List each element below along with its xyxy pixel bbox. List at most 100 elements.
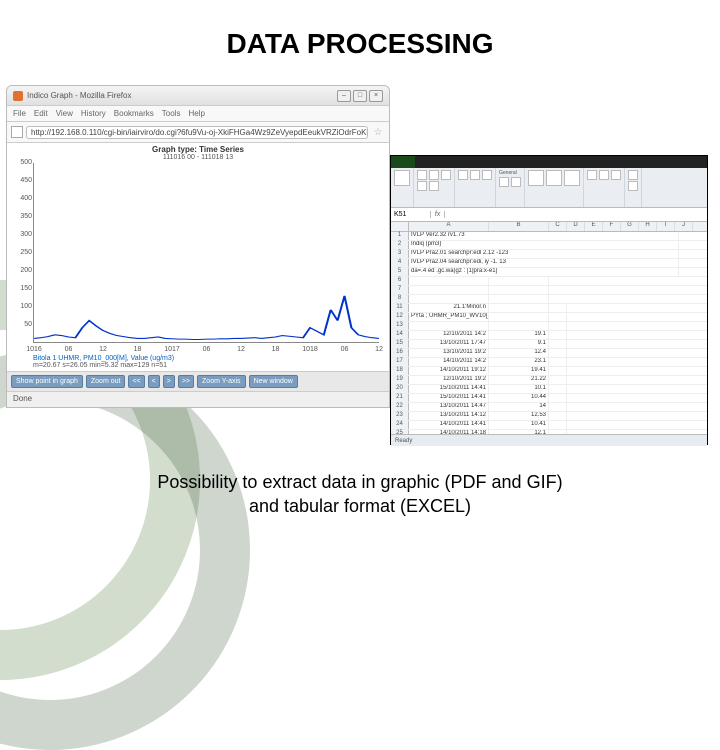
cell[interactable] xyxy=(489,313,549,321)
table-row[interactable]: 2414/10/2011 14:4110.41 xyxy=(391,421,707,430)
table-row[interactable]: 1912/10/2011 19:221.22 xyxy=(391,376,707,385)
cell[interactable] xyxy=(549,412,567,420)
row-header[interactable]: 25 xyxy=(391,430,409,434)
cell[interactable] xyxy=(549,367,567,375)
cell[interactable] xyxy=(549,313,567,321)
row-header[interactable]: 15 xyxy=(391,340,409,348)
last-button[interactable]: >> xyxy=(178,375,194,388)
cell[interactable]: 21.22 xyxy=(489,376,549,384)
cell[interactable]: 12/10/2011 19:2 xyxy=(409,376,489,384)
zoom-out-button[interactable]: Zoom out xyxy=(86,375,126,388)
cell[interactable] xyxy=(549,403,567,411)
cell[interactable] xyxy=(489,277,549,285)
format-icon[interactable] xyxy=(611,170,621,180)
cell[interactable]: PYta ; UHMR_PM10_WV10[_Va:ue](g/m3) xyxy=(409,313,489,321)
worksheet[interactable]: A B C D E F G H I J 1IVLP Ver2.32 rv1.73… xyxy=(391,222,707,434)
italic-icon[interactable] xyxy=(429,170,439,180)
cell[interactable] xyxy=(489,304,549,312)
menu-help[interactable]: Help xyxy=(188,109,204,118)
insert-icon[interactable] xyxy=(587,170,597,180)
url-input[interactable]: http://192.168.0.110/cgi-bin/iairviro/do… xyxy=(26,126,368,139)
cell[interactable] xyxy=(549,304,567,312)
row-header[interactable]: 22 xyxy=(391,403,409,411)
row-header[interactable]: 7 xyxy=(391,286,409,294)
cell[interactable]: 21.1'Minor.n xyxy=(409,304,489,312)
menu-file[interactable]: File xyxy=(13,109,26,118)
cell[interactable] xyxy=(549,430,567,434)
cell[interactable] xyxy=(489,322,549,330)
new-window-button[interactable]: New window xyxy=(249,375,298,388)
ribbon-clipboard[interactable] xyxy=(391,168,414,207)
table-row[interactable]: 8 xyxy=(391,295,707,304)
next-button[interactable]: > xyxy=(163,375,175,388)
cell[interactable] xyxy=(489,295,549,303)
sort-filter-icon[interactable] xyxy=(628,181,638,191)
cell[interactable]: 13/10/2011 17:47 xyxy=(409,340,489,348)
table-row[interactable]: 1412/10/2011 14:219.1 xyxy=(391,331,707,340)
cell[interactable]: 12.1 xyxy=(489,430,549,434)
cell[interactable] xyxy=(549,376,567,384)
select-all-cell[interactable] xyxy=(391,222,409,231)
show-point-button[interactable]: Show point in graph xyxy=(11,375,83,388)
row-header[interactable]: 19 xyxy=(391,376,409,384)
align-center-icon[interactable] xyxy=(470,170,480,180)
table-row[interactable]: 4IVLP Pra2.04 searchpr:edi, iy -1. 13 xyxy=(391,259,707,268)
table-row[interactable]: 1IVLP Ver2.32 rv1.73 xyxy=(391,232,707,241)
format-table-icon[interactable] xyxy=(546,170,562,186)
paste-icon[interactable] xyxy=(394,170,410,186)
window-titlebar[interactable]: Indico Graph - Mozilla Firefox – □ × xyxy=(7,86,389,106)
menu-view[interactable]: View xyxy=(56,109,73,118)
favorite-icon[interactable]: ☆ xyxy=(371,125,385,139)
table-row[interactable]: 2514/10/2011 14:1812.1 xyxy=(391,430,707,434)
cell[interactable]: 13/10/2011 19:2 xyxy=(409,349,489,357)
prev-button[interactable]: < xyxy=(148,375,160,388)
cell[interactable] xyxy=(549,331,567,339)
cell[interactable] xyxy=(409,277,489,285)
row-header[interactable]: 21 xyxy=(391,394,409,402)
zoom-y-button[interactable]: Zoom Y-axis xyxy=(197,375,246,388)
cell[interactable] xyxy=(409,295,489,303)
row-header[interactable]: 23 xyxy=(391,412,409,420)
col-header[interactable]: H xyxy=(639,222,657,231)
col-header[interactable]: A xyxy=(409,222,489,231)
percent-icon[interactable] xyxy=(511,177,521,187)
cell[interactable]: 14 xyxy=(489,403,549,411)
align-left-icon[interactable] xyxy=(458,170,468,180)
row-header[interactable]: 17 xyxy=(391,358,409,366)
ribbon-editing[interactable] xyxy=(625,168,642,207)
table-row[interactable]: 2015/10/2011 14:4110.1 xyxy=(391,385,707,394)
row-header[interactable]: 2 xyxy=(391,241,409,249)
row-header[interactable]: 14 xyxy=(391,331,409,339)
table-row[interactable]: 1513/10/2011 17:479.1 xyxy=(391,340,707,349)
cell[interactable]: 19.41 xyxy=(489,367,549,375)
row-header[interactable]: 4 xyxy=(391,259,409,267)
underline-icon[interactable] xyxy=(441,170,451,180)
cell[interactable]: 10.1 xyxy=(489,385,549,393)
table-row[interactable]: 2Indiq (pm3) xyxy=(391,241,707,250)
table-row[interactable]: 2115/10/2011 14:4110.44 xyxy=(391,394,707,403)
row-header[interactable]: 8 xyxy=(391,295,409,303)
menu-edit[interactable]: Edit xyxy=(34,109,48,118)
cell[interactable]: 10.44 xyxy=(489,394,549,402)
row-header[interactable]: 6 xyxy=(391,277,409,285)
row-header[interactable]: 20 xyxy=(391,385,409,393)
cell[interactable]: 12.53 xyxy=(489,412,549,420)
cell[interactable]: 23.1 xyxy=(489,358,549,366)
col-header[interactable]: C xyxy=(549,222,567,231)
cell[interactable]: da=.4 ed .gc.wa)gz : [1]pra:x-e1] xyxy=(409,268,679,276)
cell[interactable]: 15/10/2011 14:41 xyxy=(409,385,489,393)
col-header[interactable]: G xyxy=(621,222,639,231)
table-row[interactable]: 13 xyxy=(391,322,707,331)
table-row[interactable]: 3IVLP Pra2.01 searchpr:edl 2.12 -123 xyxy=(391,250,707,259)
cell-styles-icon[interactable] xyxy=(564,170,580,186)
col-header[interactable]: F xyxy=(603,222,621,231)
excel-titlebar[interactable] xyxy=(391,156,707,168)
align-right-icon[interactable] xyxy=(482,170,492,180)
cell[interactable] xyxy=(549,322,567,330)
table-row[interactable]: 6 xyxy=(391,277,707,286)
cell[interactable]: IVLP Pra2.01 searchpr:edl 2.12 -123 xyxy=(409,250,679,258)
font-color-icon[interactable] xyxy=(429,181,439,191)
col-header[interactable]: I xyxy=(657,222,675,231)
table-row[interactable]: 1121.1'Minor.n xyxy=(391,304,707,313)
table-row[interactable]: 1814/10/2011 19:1219.41 xyxy=(391,367,707,376)
